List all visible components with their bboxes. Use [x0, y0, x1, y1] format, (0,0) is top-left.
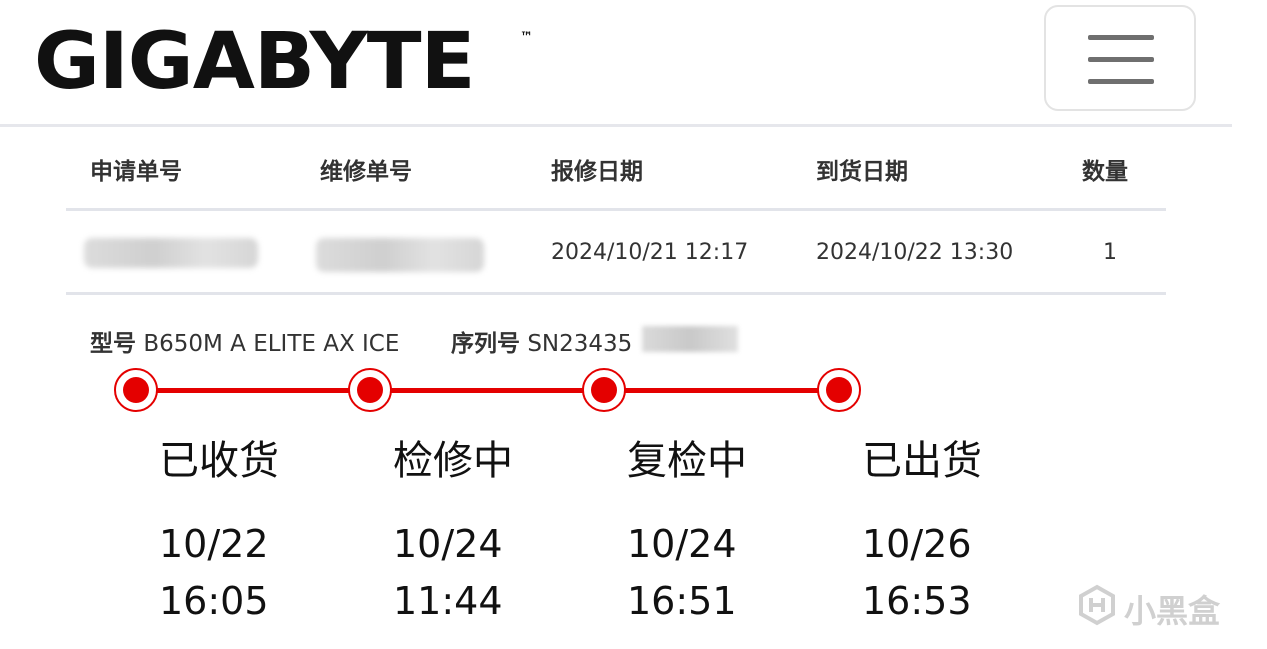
timeline-node-repairing	[348, 368, 392, 412]
timeline-node-received	[114, 368, 158, 412]
trademark-symbol: ™	[520, 30, 533, 45]
arrival-date-value: 2024/10/22 13:30	[816, 240, 1014, 265]
watermark-text: 小黑盒	[1124, 592, 1221, 630]
stage-label: 已收货	[159, 438, 279, 484]
stage-time: 16:53	[862, 579, 972, 623]
serial-info: 序列号 SN23435	[451, 324, 632, 358]
model-label: 型号	[90, 331, 136, 357]
gigabyte-logo[interactable]: GIGABYTE	[34, 22, 475, 102]
stage-time: 11:44	[393, 579, 503, 623]
xiaoheihe-logo-icon	[1079, 584, 1115, 626]
serial-label: 序列号	[451, 331, 520, 357]
stage-time: 16:51	[627, 579, 737, 623]
table-divider	[66, 292, 1166, 295]
quantity-value: 1	[1103, 240, 1117, 265]
hamburger-menu-button[interactable]	[1044, 5, 1196, 111]
stage-time: 16:05	[159, 579, 269, 623]
application-no-redacted	[84, 238, 258, 268]
repair-no-redacted	[316, 238, 484, 272]
stage-date: 10/26	[862, 522, 972, 566]
col-header-application-no: 申请单号	[90, 159, 182, 185]
site-header: GIGABYTE ™	[0, 0, 1232, 127]
stage-label: 复检中	[627, 438, 747, 484]
stage-date: 10/24	[393, 522, 503, 566]
report-date-value: 2024/10/21 12:17	[551, 240, 749, 265]
col-header-repair-no: 维修单号	[320, 159, 412, 185]
stage-label: 检修中	[393, 438, 513, 484]
col-header-arrival-date: 到货日期	[816, 159, 908, 185]
stage-date: 10/22	[159, 522, 269, 566]
col-header-quantity: 数量	[1082, 159, 1128, 185]
table-divider	[66, 208, 1166, 211]
serial-redacted	[642, 326, 738, 352]
model-value: B650M A ELITE AX ICE	[143, 331, 400, 357]
model-info: 型号 B650M A ELITE AX ICE	[90, 324, 399, 358]
col-header-report-date: 报修日期	[551, 159, 643, 185]
progress-track	[136, 388, 840, 393]
serial-value: SN23435	[527, 331, 633, 357]
stage-label: 已出货	[862, 438, 982, 484]
stage-date: 10/24	[627, 522, 737, 566]
timeline-node-shipped	[817, 368, 861, 412]
timeline-node-rechecking	[582, 368, 626, 412]
